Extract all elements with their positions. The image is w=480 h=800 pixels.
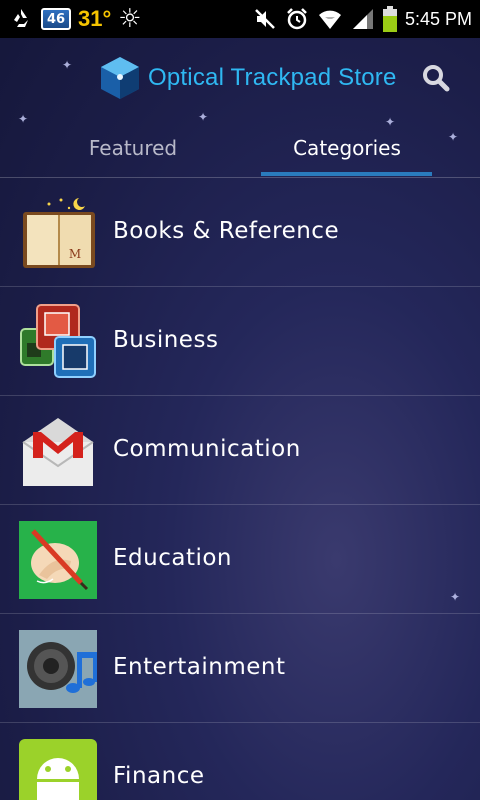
list-item-finance[interactable]: Finance (0, 723, 480, 800)
clock: 5:45 PM (404, 8, 472, 29)
list-item-business[interactable]: Business (0, 287, 480, 396)
pencil-hand-icon (19, 521, 97, 599)
category-label: Entertainment (113, 654, 286, 680)
list-item-books-reference[interactable]: M Books & Reference (0, 178, 480, 287)
recycle-icon (8, 6, 34, 32)
temperature: 31° (78, 6, 112, 31)
book-icon: M (19, 194, 97, 272)
search-icon[interactable] (420, 62, 452, 94)
category-list: M Books & Reference Business Communicati… (0, 178, 480, 800)
calendar-icon: 46 (41, 8, 71, 30)
tab-featured[interactable]: Featured (40, 118, 226, 178)
alarm-icon (285, 7, 309, 31)
list-item-entertainment[interactable]: Entertainment (0, 614, 480, 723)
tab-categories[interactable]: Categories (262, 118, 432, 178)
category-label: Finance (113, 763, 205, 789)
list-item-education[interactable]: Education (0, 505, 480, 614)
business-windows-icon (19, 303, 97, 381)
tab-selected-indicator (261, 172, 432, 176)
android-icon (19, 739, 97, 800)
store-logo-icon (99, 55, 141, 101)
svg-text:M: M (69, 247, 81, 261)
wifi-icon (317, 7, 343, 31)
category-label: Books & Reference (113, 218, 340, 244)
mute-icon (253, 7, 277, 31)
mail-icon (19, 412, 97, 490)
status-bar: 46 31° ☼ 5:45 PM (0, 0, 480, 38)
sun-icon: ☼ (118, 4, 142, 34)
battery-icon (382, 6, 397, 32)
category-label: Education (113, 545, 233, 571)
signal-icon (351, 7, 375, 31)
speaker-music-icon (19, 630, 97, 708)
app-bar: Optical Trackpad Store (0, 38, 480, 118)
category-label: Business (113, 327, 219, 353)
category-label: Communication (113, 436, 301, 462)
app-title: Optical Trackpad Store (148, 64, 397, 91)
tab-bar: Featured Categories (0, 118, 480, 178)
list-item-communication[interactable]: Communication (0, 396, 480, 505)
